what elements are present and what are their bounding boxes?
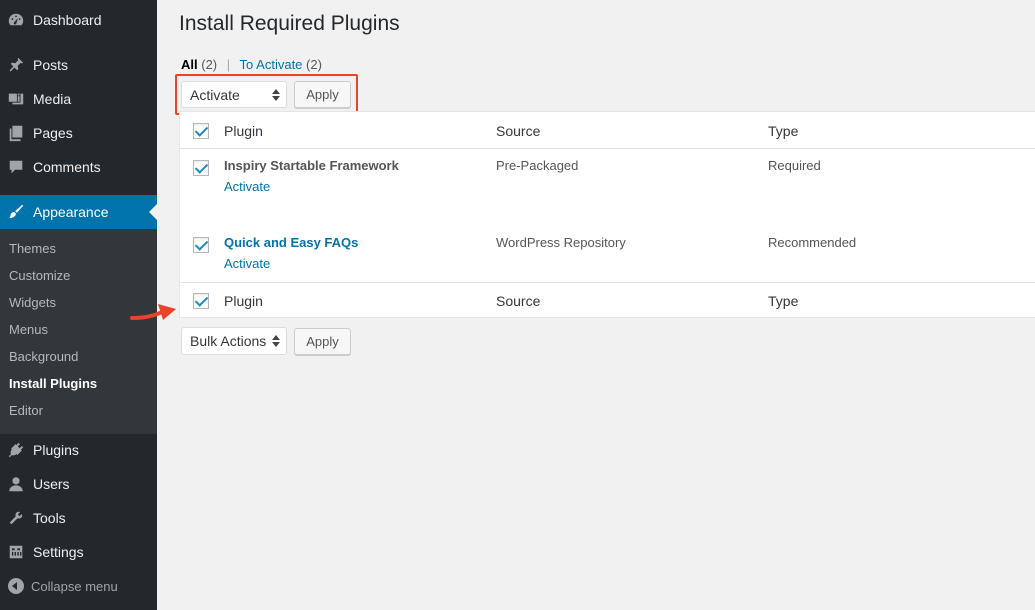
comment-icon — [6, 157, 26, 177]
submenu-customize[interactable]: Customize — [9, 268, 70, 283]
plugins-table: Plugin Source Type Inspiry Startable Fra… — [179, 111, 1035, 318]
menu-users[interactable]: Users — [0, 467, 157, 501]
menu-media[interactable]: Media — [0, 82, 157, 116]
filter-to-activate[interactable]: To Activate — [240, 57, 303, 72]
page-title: Install Required Plugins — [179, 12, 400, 35]
apply-button-top[interactable]: Apply — [294, 81, 351, 108]
filter-separator: | — [226, 57, 231, 72]
annotation-arrow-icon — [130, 304, 176, 320]
collapse-menu-button[interactable]: Collapse menu — [0, 575, 157, 597]
plugin-source: Pre-Packaged — [496, 158, 579, 173]
row-checkbox[interactable] — [193, 160, 209, 176]
select-arrows-icon — [272, 335, 280, 347]
filter-all[interactable]: All — [181, 57, 198, 72]
pin-icon — [6, 55, 26, 75]
select-arrows-icon — [272, 88, 280, 101]
bulk-action-selected: Bulk Actions — [190, 333, 267, 349]
header-source[interactable]: Source — [496, 123, 540, 139]
menu-appearance[interactable]: Appearance — [0, 195, 157, 229]
menu-label: Pages — [33, 125, 73, 141]
footer-source[interactable]: Source — [496, 293, 540, 309]
filter-to-activate-count: (2) — [306, 57, 322, 72]
bulk-action-select-top[interactable]: Activate — [181, 81, 287, 108]
menu-label: Plugins — [33, 442, 79, 458]
bulk-action-select-bottom[interactable]: Bulk Actions — [181, 327, 287, 355]
plug-icon — [6, 440, 26, 460]
menu-comments[interactable]: Comments — [0, 150, 157, 184]
dashboard-icon — [6, 10, 26, 30]
plugin-type: Recommended — [768, 235, 857, 250]
bulk-action-selected: Activate — [190, 86, 240, 103]
menu-label: Appearance — [33, 204, 109, 220]
menu-settings[interactable]: Settings — [0, 535, 157, 569]
appearance-submenu: Themes Customize Widgets Menus Backgroun… — [0, 229, 157, 434]
filter-all-count: (2) — [201, 57, 218, 72]
collapse-icon — [8, 578, 24, 594]
menu-label: Users — [33, 476, 70, 492]
menu-tools[interactable]: Tools — [0, 501, 157, 535]
submenu-install-plugins[interactable]: Install Plugins — [9, 376, 97, 391]
wrench-icon — [6, 508, 26, 528]
settings-icon — [6, 542, 26, 562]
plugin-type: Required — [768, 158, 821, 173]
apply-button-bottom[interactable]: Apply — [294, 328, 351, 355]
activate-link[interactable]: Activate — [224, 179, 270, 194]
current-menu-arrow — [149, 204, 157, 220]
menu-dashboard[interactable]: Dashboard — [0, 3, 157, 37]
menu-pages[interactable]: Pages — [0, 116, 157, 150]
user-icon — [6, 474, 26, 494]
pages-icon — [6, 123, 26, 143]
submenu-themes[interactable]: Themes — [9, 241, 56, 256]
select-all-checkbox-footer[interactable] — [193, 293, 209, 309]
plugin-name-link[interactable]: Quick and Easy FAQs — [224, 235, 358, 250]
table-header: Plugin Source Type — [180, 112, 1035, 149]
menu-label: Media — [33, 91, 72, 107]
status-filter-links: All (2) | To Activate (2) — [181, 57, 322, 72]
footer-plugin[interactable]: Plugin — [224, 293, 263, 309]
brush-icon — [6, 202, 26, 222]
menu-label: Settings — [33, 544, 84, 560]
select-all-checkbox[interactable] — [193, 123, 209, 139]
menu-label: Posts — [33, 57, 69, 73]
menu-label: Comments — [33, 159, 101, 175]
submenu-editor[interactable]: Editor — [9, 403, 43, 418]
menu-plugins[interactable]: Plugins — [0, 433, 157, 467]
header-plugin[interactable]: Plugin — [224, 123, 263, 139]
submenu-menus[interactable]: Menus — [9, 322, 48, 337]
media-icon — [6, 89, 26, 109]
submenu-background[interactable]: Background — [9, 349, 78, 364]
header-type[interactable]: Type — [768, 123, 798, 139]
menu-label: Tools — [33, 510, 66, 526]
footer-type[interactable]: Type — [768, 293, 798, 309]
activate-link[interactable]: Activate — [224, 256, 270, 271]
plugin-source: WordPress Repository — [496, 235, 626, 250]
table-footer: Plugin Source Type — [180, 282, 1035, 318]
menu-label: Dashboard — [33, 12, 102, 28]
submenu-widgets[interactable]: Widgets — [9, 295, 56, 310]
collapse-label: Collapse menu — [31, 578, 118, 594]
menu-posts[interactable]: Posts — [0, 48, 157, 82]
row-checkbox[interactable] — [193, 237, 209, 253]
plugin-name: Inspiry Startable Framework — [224, 158, 399, 173]
